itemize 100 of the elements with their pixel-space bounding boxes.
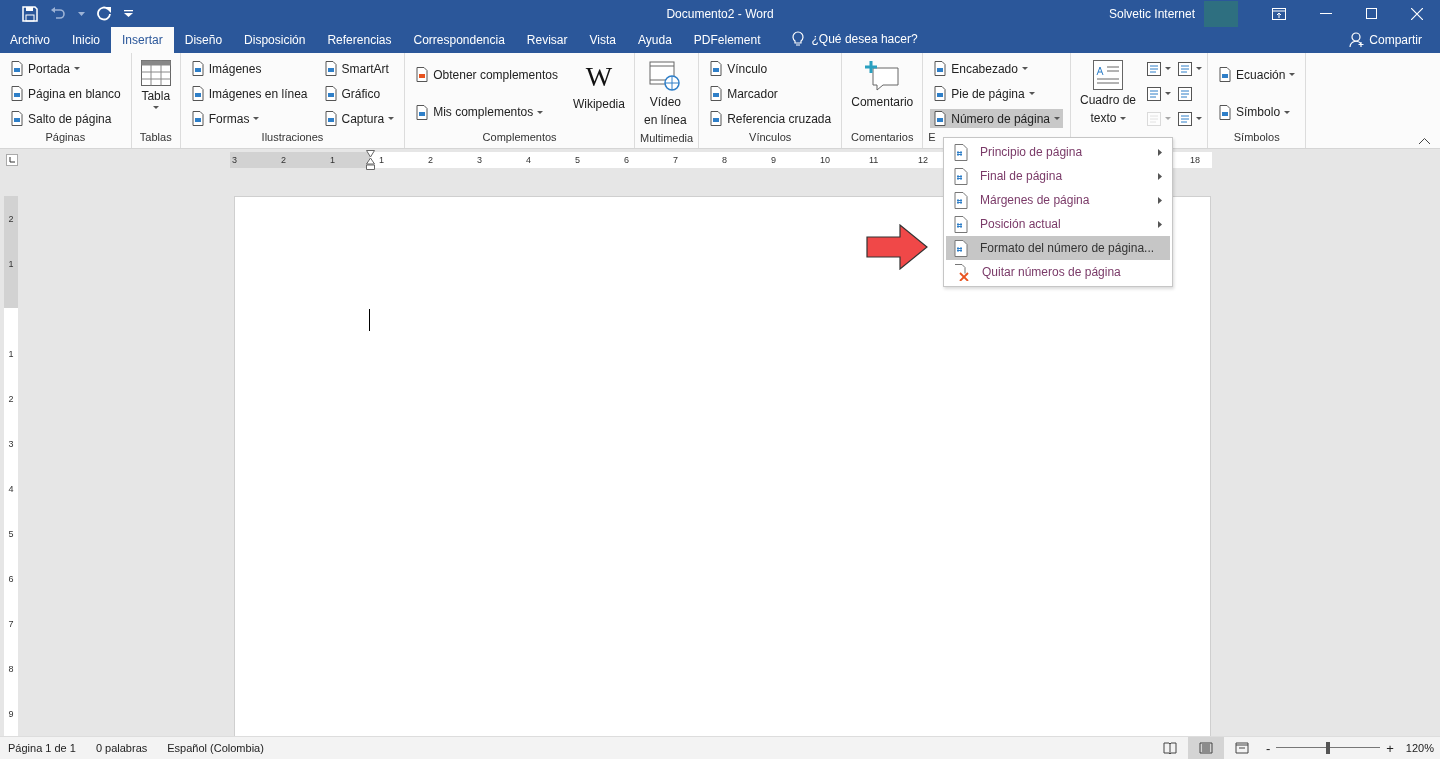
share-button[interactable]: Compartir: [1343, 27, 1428, 53]
zoom-level[interactable]: 120%: [1405, 742, 1434, 754]
ribbon-button[interactable]: Formas: [187, 109, 311, 128]
ruler-number: 10: [819, 155, 831, 165]
ribbon-tab[interactable]: Revisar: [515, 27, 579, 53]
ribbon-tab[interactable]: Referencias: [316, 27, 403, 53]
page-icon: [415, 104, 430, 120]
ribbon-button[interactable]: Página en blanco: [7, 84, 124, 103]
ribbon-button[interactable]: Cuadro de texto: [1076, 56, 1141, 130]
ribbon-tab[interactable]: Insertar: [111, 27, 174, 53]
close-icon[interactable]: [1411, 7, 1423, 20]
print-layout-icon[interactable]: [1187, 737, 1224, 759]
save-icon[interactable]: [22, 5, 38, 22]
tab-selector-icon[interactable]: [6, 154, 18, 166]
group-label: Complementos: [481, 131, 558, 145]
menu-item[interactable]: Final de página: [946, 164, 1170, 188]
ribbon-button[interactable]: Símbolo: [1215, 102, 1299, 122]
icon-button[interactable]: [1177, 60, 1203, 77]
ruler-number: 6: [8, 572, 14, 586]
dropdown-caret-icon: [1284, 110, 1291, 114]
maximize-icon[interactable]: [1366, 8, 1377, 19]
ribbon-button[interactable]: Imágenes en línea: [187, 84, 311, 103]
document-lines-icon: [1146, 85, 1163, 102]
ribbon-tab[interactable]: Ayuda: [627, 27, 683, 53]
ribbon-tab[interactable]: Inicio: [61, 27, 112, 53]
ribbon-tab[interactable]: Correspondencia: [402, 27, 516, 53]
menu-item[interactable]: Posición actual: [946, 212, 1170, 236]
ruler-number: 2: [280, 155, 287, 165]
ribbon-button[interactable]: Gráfico: [320, 84, 398, 103]
page-icon: [954, 215, 968, 233]
ruler-number: 9: [770, 155, 777, 165]
ribbon-button[interactable]: Tabla: [136, 56, 175, 113]
zoom-out-button[interactable]: -: [1265, 740, 1271, 756]
dropdown-caret-icon: [388, 117, 395, 120]
submenu-arrow-icon: [1158, 220, 1162, 228]
ribbon-button[interactable]: Ecuación: [1215, 65, 1299, 85]
dropdown-caret-icon[interactable]: [78, 11, 85, 16]
submenu-arrow-icon: [1158, 148, 1162, 156]
page-icon: [933, 61, 948, 76]
icon-button[interactable]: [1146, 60, 1172, 77]
ruler-number: 8: [721, 155, 728, 165]
ribbon-button[interactable]: Vínculo: [706, 59, 835, 78]
zoom-in-button[interactable]: +: [1386, 740, 1394, 756]
group-label: Multimedia: [639, 132, 694, 146]
dropdown-caret-icon: [1165, 67, 1172, 70]
group-label: Tablas: [138, 131, 173, 145]
ribbon-tab[interactable]: Diseño: [173, 27, 234, 53]
document-lines-icon: [1177, 110, 1194, 127]
ruler-number: 7: [8, 617, 14, 631]
ribbon-tab[interactable]: PDFelement: [682, 27, 772, 53]
ruler-number: 6: [623, 155, 630, 165]
ribbon-button[interactable]: Captura: [320, 109, 398, 128]
ribbon-button[interactable]: Número de página: [930, 109, 1063, 128]
ribbon-button[interactable]: Portada: [7, 59, 124, 78]
ribbon-button[interactable]: W Wikipedia: [568, 56, 629, 116]
dropdown-caret-icon: [1119, 117, 1126, 121]
ribbon-button[interactable]: Vídeo en línea: [639, 56, 691, 132]
menu-item[interactable]: Quitar números de página: [946, 260, 1170, 284]
ruler-number: 1: [378, 155, 385, 165]
ribbon-display-icon[interactable]: [1272, 7, 1286, 20]
ribbon-button[interactable]: Comentario: [847, 56, 918, 114]
ribbon-button[interactable]: Marcador: [706, 84, 835, 103]
window-title: Documento2 - Word: [666, 6, 774, 21]
undo-icon[interactable]: [50, 6, 66, 21]
ribbon-button[interactable]: Referencia cruzada: [706, 109, 835, 128]
redo-icon[interactable]: [97, 6, 112, 21]
tell-me-field[interactable]: ¿Qué desea hacer?: [809, 25, 934, 53]
ribbon-button[interactable]: Encabezado: [930, 59, 1063, 78]
document-lines-icon: [1177, 85, 1194, 102]
icon-button[interactable]: [1146, 85, 1172, 102]
ruler-number: 18: [1189, 155, 1201, 165]
page-icon: [933, 86, 948, 101]
dropdown-caret-icon: [537, 110, 544, 114]
ribbon-tab[interactable]: Archivo: [0, 27, 61, 53]
ribbon-button[interactable]: Mis complementos: [412, 102, 561, 122]
dropdown-caret-icon: [74, 67, 81, 70]
collapse-ribbon-icon[interactable]: [1419, 138, 1430, 144]
ruler-number: 1: [329, 155, 336, 165]
ruler-number: 8: [8, 662, 14, 676]
ribbon-tab[interactable]: Vista: [578, 27, 627, 53]
menu-item[interactable]: Márgenes de página: [946, 188, 1170, 212]
ruler-number: 7: [672, 155, 679, 165]
icon-button[interactable]: [1177, 110, 1203, 127]
ribbon-button[interactable]: SmartArt: [320, 59, 398, 78]
menu-item[interactable]: Principio de página: [946, 140, 1170, 164]
ruler-number: 12: [917, 155, 929, 165]
ribbon-tab[interactable]: Disposición: [233, 27, 317, 53]
menu-item[interactable]: Formato del número de página...: [946, 236, 1170, 260]
page-icon: [415, 67, 430, 83]
ribbon-button[interactable]: Pie de página: [930, 84, 1063, 103]
dropdown-caret-icon: [1289, 73, 1296, 77]
page-icon: [190, 111, 205, 126]
lightbulb-icon: [791, 30, 804, 47]
page-icon: [10, 86, 24, 101]
ribbon-button[interactable]: Obtener complementos: [412, 65, 561, 85]
ribbon-button[interactable]: Imágenes: [187, 59, 311, 78]
page-icon: [709, 111, 724, 126]
indent-marker-icon[interactable]: [366, 150, 375, 170]
ribbon-button[interactable]: Salto de página: [7, 109, 124, 128]
customize-toolbar-icon[interactable]: [124, 10, 133, 17]
